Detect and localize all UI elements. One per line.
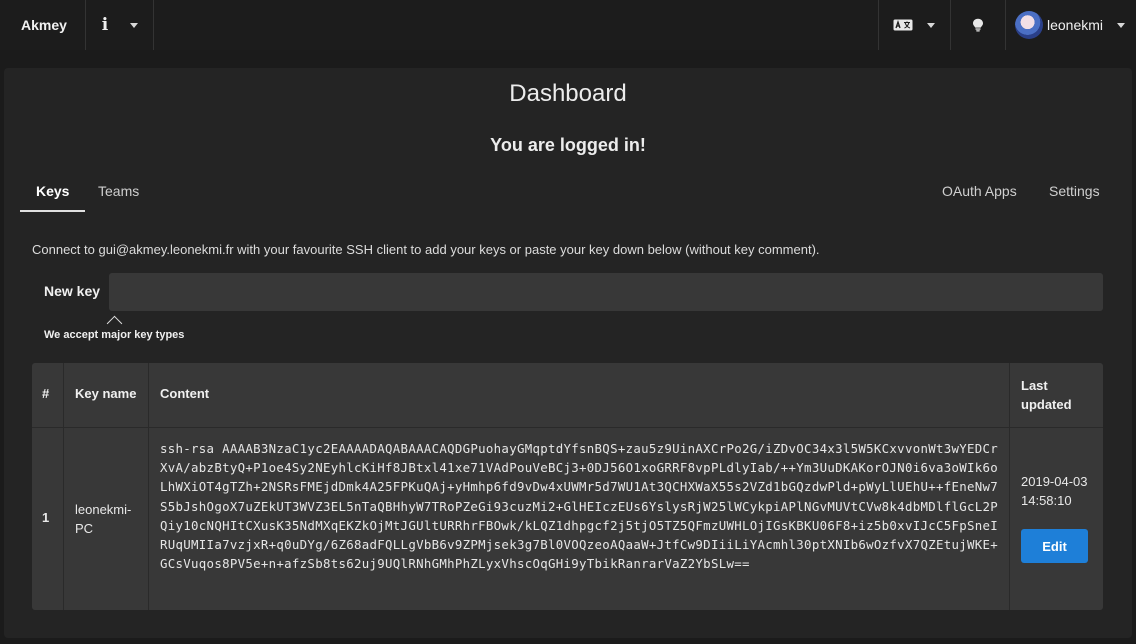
dashboard-tabs: Keys Teams OAuth Apps Settings bbox=[20, 172, 1115, 212]
lightbulb-icon bbox=[973, 18, 983, 32]
column-header-index: # bbox=[42, 386, 50, 401]
table-header: # Key name Content Last updated bbox=[32, 363, 1103, 427]
row-last-updated: 2019-04-03 14:58:10 bbox=[1021, 474, 1088, 508]
tab-settings[interactable]: Settings bbox=[1033, 172, 1116, 212]
column-header-key-name: Key name bbox=[75, 386, 137, 401]
theme-toggle[interactable] bbox=[951, 0, 1006, 50]
key-types-hint: We accept major key types bbox=[44, 329, 185, 341]
row-key-content: ssh-rsa AAAAB3NzaC1yc2EAAAADAQABAAACAQDG… bbox=[160, 441, 999, 572]
chevron-down-icon bbox=[1117, 22, 1126, 28]
tab-oauth-apps[interactable]: OAuth Apps bbox=[926, 172, 1033, 212]
new-key-input[interactable] bbox=[109, 273, 1103, 311]
top-navbar: Akmey i leonekmi bbox=[0, 0, 1136, 50]
info-icon: i bbox=[101, 15, 109, 35]
page-title: Dashboard bbox=[509, 80, 627, 107]
avatar bbox=[1015, 11, 1043, 39]
tab-teams[interactable]: Teams bbox=[82, 172, 155, 212]
username-label: leonekmi bbox=[1047, 17, 1104, 33]
new-key-label: New key bbox=[44, 283, 101, 299]
chevron-down-icon bbox=[130, 22, 138, 28]
brand-link[interactable]: Akmey bbox=[0, 0, 86, 50]
edit-key-button[interactable]: Edit bbox=[1021, 529, 1088, 563]
ssh-help-text: Connect to gui@akmey.leonekmi.fr with yo… bbox=[32, 242, 820, 257]
tab-keys[interactable]: Keys bbox=[20, 172, 86, 212]
column-header-content: Content bbox=[160, 386, 210, 401]
column-header-last-updated: Last updated bbox=[1021, 378, 1072, 412]
table-row: 1 leonekmi-PC ssh-rsa AAAAB3NzaC1yc2EAAA… bbox=[32, 427, 1103, 610]
navbar-spacer bbox=[154, 0, 878, 50]
login-status-message: You are logged in! bbox=[490, 135, 646, 155]
row-key-name: leonekmi-PC bbox=[75, 502, 132, 536]
chevron-down-icon bbox=[927, 22, 935, 28]
keys-table: # Key name Content Last updated 1 leonek… bbox=[32, 363, 1103, 610]
dashboard-card: Dashboard You are logged in! Keys Teams … bbox=[4, 68, 1132, 638]
translate-icon bbox=[893, 19, 913, 31]
user-menu[interactable]: leonekmi bbox=[1007, 0, 1136, 50]
info-dropdown[interactable]: i bbox=[86, 0, 154, 50]
row-index: 1 bbox=[42, 510, 50, 525]
language-dropdown[interactable] bbox=[878, 0, 951, 50]
